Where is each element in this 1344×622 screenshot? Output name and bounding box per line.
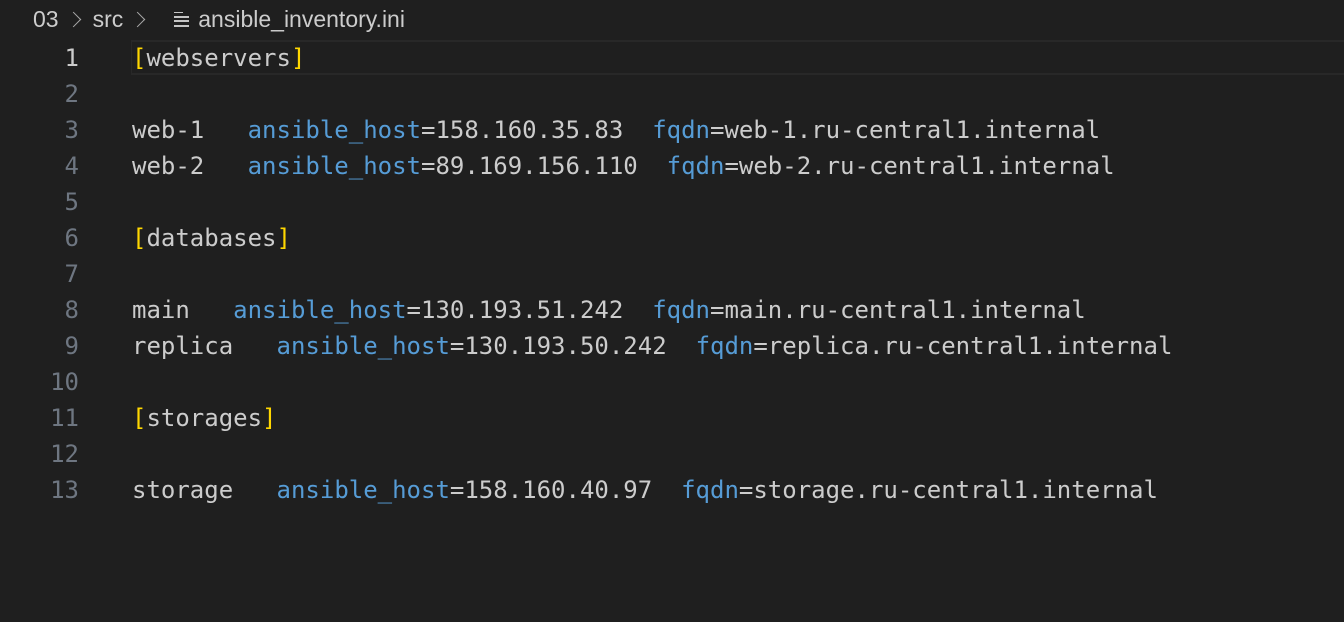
- line-number: 12: [50, 440, 79, 468]
- code-line[interactable]: 13 storage ansible_host=158.160.40.97 fq…: [0, 472, 1344, 508]
- code-line[interactable]: 12: [0, 436, 1344, 472]
- breadcrumb-folder-03[interactable]: 03: [33, 6, 59, 33]
- line-number: 2: [64, 80, 79, 108]
- code-line[interactable]: 9 replica ansible_host=130.193.50.242 fq…: [0, 328, 1344, 364]
- code-line[interactable]: 3 web-1 ansible_host=158.160.35.83 fqdn=…: [0, 112, 1344, 148]
- line-content: [storages]: [132, 404, 277, 432]
- host-name: replica: [132, 332, 234, 360]
- file-lines-icon: [174, 11, 190, 27]
- section-bracket-open: [: [132, 44, 147, 72]
- line-number: 9: [64, 332, 79, 360]
- line-content: replica ansible_host=130.193.50.242 fqdn…: [132, 332, 1173, 360]
- line-number: 7: [64, 260, 79, 288]
- host-name: storage: [132, 476, 234, 504]
- fqdn-value: storage.ru-central1.internal: [753, 476, 1158, 504]
- host-ip: 130.193.51.242: [421, 296, 624, 324]
- section-name: databases: [146, 224, 277, 252]
- section-name: storages: [146, 404, 263, 432]
- chevron-right-icon: [65, 11, 81, 27]
- line-number: 3: [64, 116, 79, 144]
- fqdn-value: main.ru-central1.internal: [724, 296, 1086, 324]
- line-number: 13: [50, 476, 79, 504]
- breadcrumb: 03 src ansible_inventory.ini: [33, 4, 405, 34]
- fqdn-value: web-2.ru-central1.internal: [738, 152, 1115, 180]
- line-content: [databases]: [132, 224, 291, 252]
- code-line[interactable]: 11 [storages]: [0, 400, 1344, 436]
- host-name: main: [132, 296, 190, 324]
- line-number: 1: [64, 44, 79, 72]
- line-number: 11: [50, 404, 79, 432]
- code-line[interactable]: 8 main ansible_host=130.193.51.242 fqdn=…: [0, 292, 1344, 328]
- line-number: 5: [64, 188, 79, 216]
- host-ip: 158.160.35.83: [435, 116, 624, 144]
- line-number: 8: [64, 296, 79, 324]
- fqdn-key: fqdn: [652, 116, 710, 144]
- code-line[interactable]: 10: [0, 364, 1344, 400]
- host-key: ansible_host: [276, 476, 450, 504]
- line-content: [webservers]: [132, 44, 305, 72]
- section-name: webservers: [146, 44, 291, 72]
- section-bracket-close: ]: [290, 44, 306, 72]
- host-key: ansible_host: [233, 296, 407, 324]
- breadcrumb-file-name[interactable]: ansible_inventory.ini: [198, 6, 405, 33]
- line-content: web-2 ansible_host=89.169.156.110 fqdn=w…: [132, 152, 1115, 180]
- code-line[interactable]: 2: [0, 76, 1344, 112]
- host-ip: 158.160.40.97: [464, 476, 653, 504]
- host-key: ansible_host: [247, 152, 421, 180]
- fqdn-value: web-1.ru-central1.internal: [724, 116, 1101, 144]
- breadcrumb-folder-src[interactable]: src: [93, 6, 124, 33]
- line-content: web-1 ansible_host=158.160.35.83 fqdn=we…: [132, 116, 1101, 144]
- section-bracket-close: ]: [276, 224, 291, 252]
- line-content: storage ansible_host=158.160.40.97 fqdn=…: [132, 476, 1158, 504]
- section-bracket-close: ]: [262, 404, 277, 432]
- fqdn-key: fqdn: [695, 332, 754, 360]
- code-line[interactable]: 4 web-2 ansible_host=89.169.156.110 fqdn…: [0, 148, 1344, 184]
- line-number: 4: [64, 152, 79, 180]
- host-key: ansible_host: [247, 116, 421, 144]
- fqdn-key: fqdn: [681, 476, 739, 504]
- fqdn-key: fqdn: [666, 152, 725, 180]
- line-content: main ansible_host=130.193.51.242 fqdn=ma…: [132, 296, 1086, 324]
- host-key: ansible_host: [276, 332, 450, 360]
- host-name: web-2: [132, 152, 205, 180]
- code-line[interactable]: 6 [databases]: [0, 220, 1344, 256]
- host-ip: 130.193.50.242: [464, 332, 667, 360]
- code-line[interactable]: 5: [0, 184, 1344, 220]
- host-ip: 89.169.156.110: [435, 152, 638, 180]
- section-bracket-open: [: [132, 404, 147, 432]
- code-line[interactable]: 7: [0, 256, 1344, 292]
- section-bracket-open: [: [132, 224, 147, 252]
- host-name: web-1: [132, 116, 205, 144]
- code-line[interactable]: 1 [webservers]: [0, 40, 1344, 76]
- fqdn-value: replica.ru-central1.internal: [767, 332, 1173, 360]
- fqdn-key: fqdn: [652, 296, 710, 324]
- line-number: 10: [50, 368, 79, 396]
- code-editor[interactable]: 1 [webservers] 2 3 web-1 ansible_host=15…: [0, 40, 1344, 622]
- line-number: 6: [64, 224, 79, 252]
- chevron-right-icon: [129, 11, 146, 27]
